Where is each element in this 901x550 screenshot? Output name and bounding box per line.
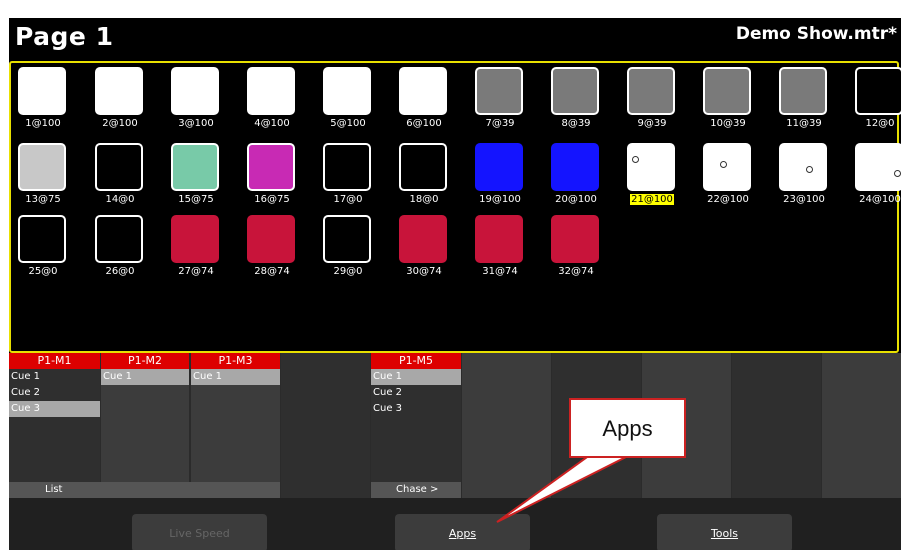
callout-pointer [496,453,631,523]
apps-callout: Apps [569,398,686,458]
